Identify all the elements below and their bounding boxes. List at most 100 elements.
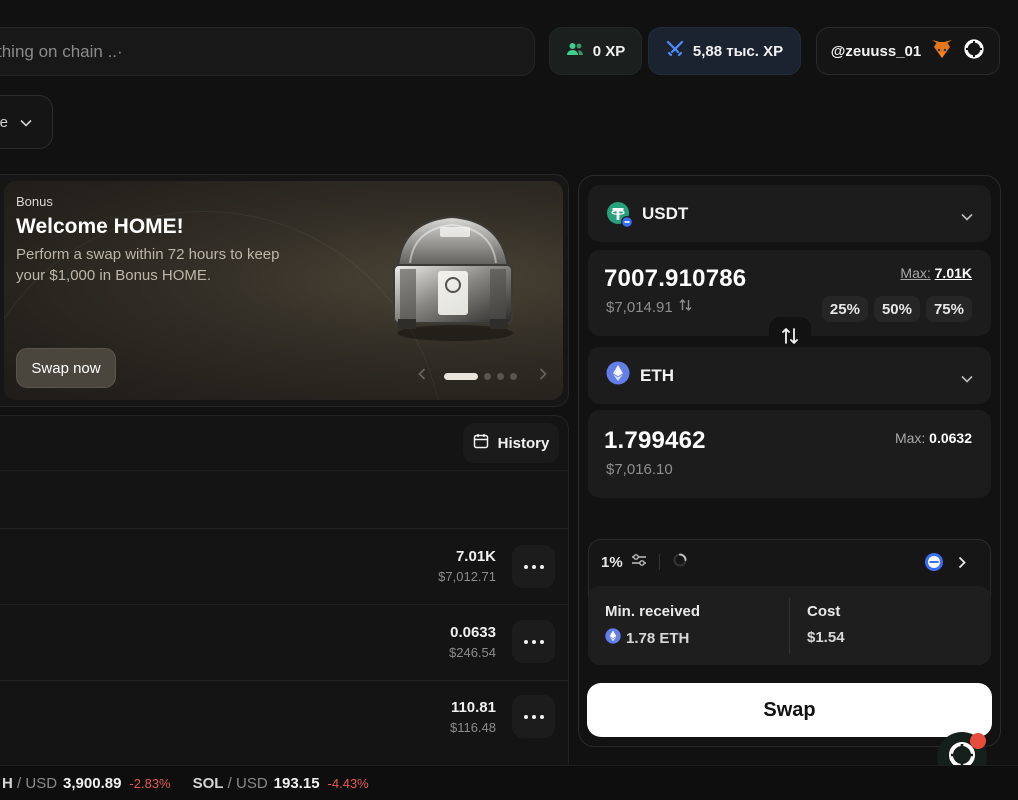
ellipsis-icon — [523, 564, 528, 569]
table-row: 7.01K $7,012.71 — [438, 548, 496, 584]
from-usd-row: $7,014.91 — [606, 298, 692, 317]
xp-pill-label: 0 XP — [592, 42, 626, 60]
carousel-dot[interactable] — [510, 372, 517, 380]
max-label: Max: — [900, 265, 931, 281]
min-received-value: 1.78 ETH — [626, 630, 690, 647]
price-ticker: H / USD 3,900.89 -2.83% SOL / USD 193.15… — [0, 765, 1018, 800]
row-divider — [0, 680, 569, 681]
to-amount-value: 1.799462 — [604, 427, 706, 454]
chevron-left-icon[interactable] — [418, 367, 426, 385]
xp-pill[interactable]: 0 XP — [549, 27, 642, 75]
row-divider — [0, 528, 569, 529]
history-button[interactable]: History — [463, 423, 559, 463]
row-usd: $246.54 — [449, 645, 496, 660]
from-token-selector[interactable]: USDT — [588, 185, 991, 242]
percent-25-button[interactable]: 25% — [821, 296, 868, 322]
cost-label: Cost — [807, 603, 841, 620]
metamask-fox-icon — [931, 39, 953, 63]
percent-75-button[interactable]: 75% — [925, 296, 972, 322]
ticker-item[interactable]: H / USD 3,900.89 -2.83% — [2, 775, 171, 792]
eth-small-icon — [605, 628, 621, 649]
notification-badge — [970, 733, 986, 749]
slippage-value: 1% — [601, 553, 623, 571]
treasure-chest-illustration — [380, 205, 525, 350]
slippage-setting[interactable]: 1% — [601, 552, 688, 572]
route-divider — [789, 598, 790, 654]
banner-carousel — [418, 367, 547, 385]
ticker-base: SOL — [192, 774, 224, 792]
swap-now-button[interactable]: Swap now — [16, 348, 116, 388]
from-amount-input[interactable]: 7007.910786 — [604, 265, 746, 293]
to-max-label: Max: 0.0632 — [895, 430, 972, 446]
search-placeholder: thing on chain ..· — [0, 41, 123, 61]
max-value: 0.0632 — [929, 430, 972, 446]
row-usd: $7,012.71 — [438, 569, 496, 584]
row-divider — [0, 604, 569, 605]
swap-arrows-small-icon[interactable] — [679, 298, 692, 317]
to-token-symbol: ETH — [640, 365, 674, 385]
chevron-down-icon — [961, 208, 973, 226]
username: @zeuuss_01 — [830, 42, 922, 60]
carousel-dot[interactable] — [484, 372, 491, 380]
ticker-item[interactable]: SOL / USD 193.15 -4.43% — [193, 775, 369, 792]
from-usd-value: $7,014.91 — [606, 299, 673, 316]
row-amount: 110.81 — [450, 699, 496, 716]
ticker-slash: / — [12, 774, 26, 792]
calendar-icon — [473, 433, 489, 453]
chevron-right-icon — [958, 556, 966, 574]
history-label: History — [497, 434, 550, 452]
from-max-link[interactable]: Max: 7.01K — [900, 265, 972, 281]
cost-value: $1.54 — [807, 629, 845, 646]
xp-balance-pill[interactable]: 5,88 тыс. XP — [648, 27, 801, 75]
ellipsis-icon — [523, 639, 528, 644]
table-row: 0.0633 $246.54 — [449, 624, 496, 660]
route-provider[interactable] — [924, 552, 966, 577]
xp-balance-label: 5,88 тыс. XP — [692, 42, 784, 60]
account-pill[interactable]: @zeuuss_01 — [816, 27, 1000, 75]
chevron-down-icon — [961, 370, 973, 388]
row-amount: 0.0633 — [450, 624, 496, 641]
swords-icon — [666, 40, 684, 62]
filter-dropdown-label: e — [0, 113, 8, 131]
row-menu-button[interactable] — [512, 545, 555, 588]
carousel-dot[interactable] — [497, 372, 504, 380]
row-menu-button[interactable] — [512, 695, 555, 738]
from-token-symbol: USDT — [642, 203, 689, 223]
ticker-slash: / — [223, 774, 236, 792]
ticker-price: 193.15 — [273, 774, 320, 792]
min-received-label: Min. received — [605, 603, 701, 620]
filter-dropdown[interactable]: e — [0, 95, 53, 149]
sliders-icon — [631, 553, 647, 571]
search-input[interactable]: thing on chain ..· — [0, 27, 535, 76]
max-value: 7.01K — [934, 265, 972, 281]
ticker-change: -2.83% — [129, 775, 171, 791]
ticker-base: H — [2, 774, 13, 792]
wallet-ring-icon — [963, 38, 985, 64]
to-usd-value: $7,016.10 — [606, 461, 673, 478]
banner-tag: Bonus — [16, 194, 53, 209]
to-token-selector[interactable]: ETH — [588, 347, 991, 404]
chevron-right-icon[interactable] — [539, 367, 547, 385]
percent-50-button[interactable]: 50% — [873, 296, 920, 322]
carousel-dot-active[interactable] — [444, 372, 478, 380]
min-received-row: 1.78 ETH — [605, 628, 689, 649]
max-label: Max: — [894, 430, 926, 446]
provider-icon — [924, 552, 944, 577]
chevron-down-icon — [20, 114, 32, 131]
row-divider — [0, 470, 569, 471]
banner-description: Perform a swap within 72 hours to keep y… — [16, 246, 280, 284]
swap-button[interactable]: Swap — [587, 683, 992, 737]
ellipsis-icon — [523, 714, 528, 719]
table-row: 110.81 $116.48 — [450, 699, 496, 735]
banner-title: Welcome HOME! — [16, 215, 184, 238]
loading-spinner-icon — [672, 552, 688, 572]
ticker-change: -4.43% — [327, 775, 369, 791]
ticker-quote: USD — [25, 774, 58, 792]
usdt-token-icon — [606, 201, 633, 228]
ticker-quote: USD — [235, 774, 268, 792]
row-usd: $116.48 — [449, 720, 496, 735]
percent-buttons: 25% 50% 75% — [821, 296, 972, 322]
users-icon — [566, 41, 584, 61]
row-menu-button[interactable] — [512, 620, 555, 663]
eth-token-icon — [606, 361, 630, 390]
